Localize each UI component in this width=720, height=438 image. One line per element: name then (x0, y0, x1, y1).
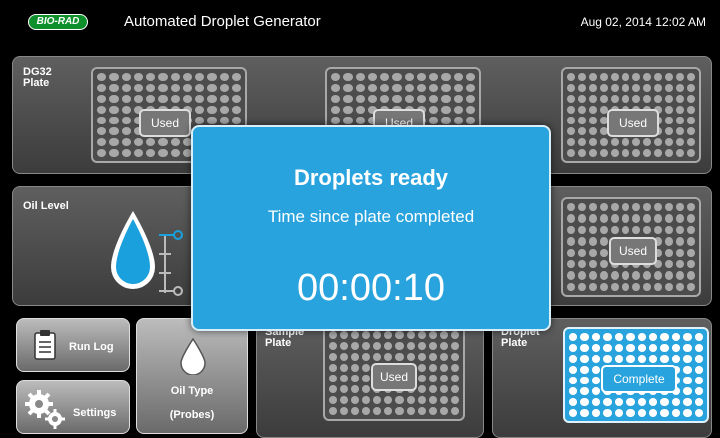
oil-type-button[interactable]: Oil Type (Probes) (136, 318, 248, 434)
oil-drop-icon (180, 337, 206, 375)
droplet-plate-panel: Droplet Plate Complete (492, 318, 712, 438)
complete-badge: Complete (601, 365, 677, 393)
sample-plate-panel: Sample Plate Used (256, 318, 484, 438)
sample-plate[interactable]: Used (323, 325, 465, 421)
clipboard-icon (34, 330, 56, 360)
oil-level-label: Oil Level (23, 200, 69, 212)
settings-button[interactable]: Settings (16, 380, 130, 434)
title-bar: BIO-RAD Automated Droplet Generator Aug … (0, 0, 720, 42)
oil-drop-gauge-icon (111, 211, 183, 296)
dialog-title: Droplets ready (293, 165, 449, 190)
used-badge: Used (139, 109, 191, 137)
used-badge: Used (371, 363, 417, 391)
droplets-ready-dialog[interactable]: Droplets ready Time since plate complete… (191, 125, 551, 331)
used-badge: Used (609, 237, 657, 265)
dg32-plate-label: DG32 Plate (23, 66, 52, 89)
run-log-label: Run Log (69, 341, 114, 353)
dialog-subtitle: Time since plate completed (267, 207, 475, 226)
app-title: Automated Droplet Generator (124, 13, 321, 30)
gears-icon (25, 390, 65, 429)
dg32-cartridge-right[interactable]: Used (561, 67, 701, 163)
run-log-button[interactable]: Run Log (16, 318, 130, 372)
date-time: Aug 02, 2014 12:02 AM (580, 15, 706, 29)
bio-rad-logo: BIO-RAD (28, 14, 88, 30)
oil-type-label: Oil Type (170, 385, 214, 397)
used-badge: Used (607, 109, 659, 137)
right-plate[interactable]: Used (561, 197, 701, 297)
droplet-plate[interactable]: Complete (563, 327, 709, 423)
settings-label: Settings (73, 407, 117, 419)
oil-type-value: (Probes) (169, 409, 215, 421)
elapsed-timer: 00:00:10 (297, 267, 445, 309)
